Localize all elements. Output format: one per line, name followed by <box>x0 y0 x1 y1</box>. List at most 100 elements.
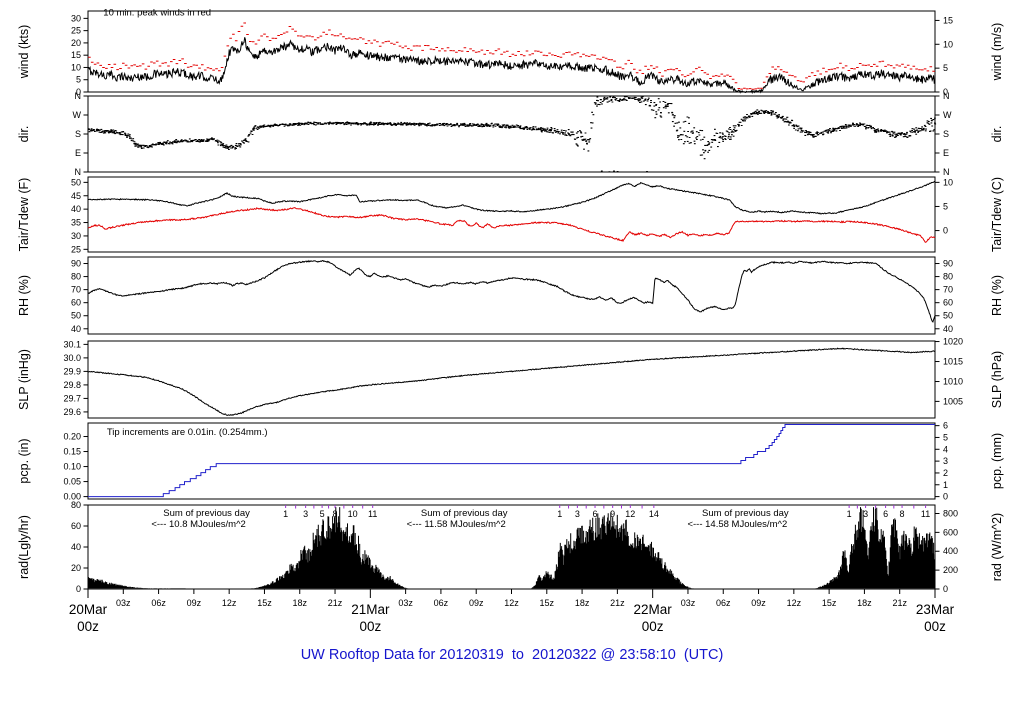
pcp-left-tick-label: 0.20 <box>63 432 81 442</box>
sea-level-pressure-series <box>87 347 936 416</box>
x-minor-label: 15z <box>822 598 837 608</box>
rad-sum-annotation-2: Sum of previous day <box>702 508 789 519</box>
x-minor-label: 09z <box>751 598 766 608</box>
x-minor-label: 15z <box>540 598 555 608</box>
slp-right-tick-label: 1015 <box>943 357 963 367</box>
rad-sum-annotation-0: Sum of previous day <box>163 508 250 519</box>
pcp-left-tick-label: 0.10 <box>63 462 81 472</box>
wind-direction-scatter-series <box>87 95 937 173</box>
panel-rh: 40 50 60 70 80 90 40 50 60 70 80 90 RH (%) RH (%) <box>17 256 1004 335</box>
x-minor-label: 15z <box>257 598 272 608</box>
pcp-right-tick-label: 5 <box>943 432 948 442</box>
wind-left-tick-label: 20 <box>71 38 81 48</box>
rad-right-tick-label: 600 <box>943 527 958 537</box>
temp-right-axis-label: Tair/Tdew (C) <box>990 177 1004 252</box>
x-minor-label: 03z <box>116 598 131 608</box>
rad-mjoule-mark: 8 <box>333 509 338 519</box>
pcp-left-axis-label: pcp. (in) <box>17 438 31 483</box>
panel-dir: NWSENNWSENdir. dir. <box>17 91 1004 177</box>
x-minor-label: 06z <box>151 598 166 608</box>
rh-left-tick-label: 60 <box>71 298 81 308</box>
pcp-right-tick-label: 3 <box>943 456 948 466</box>
panel-temp: 25 30 35 40 45 50 0 5 10 Tair/Tdew (F) Tair/Tdew (… <box>17 176 1004 254</box>
x-minor-label: 03z <box>681 598 696 608</box>
wind-right-tick-label: 5 <box>943 63 948 73</box>
pcp-left-tick-label: 0.05 <box>63 477 81 487</box>
rad-mjoule-mark: 8 <box>900 509 905 519</box>
x-day-label: 20Mar <box>69 602 108 617</box>
slp-right-axis-label: SLP (hPa) <box>990 351 1004 408</box>
panel-rad: 0204060800200400600800rad(Lgly/hr) rad (W… <box>17 500 1004 594</box>
pcp-right-tick-label: 2 <box>943 468 948 478</box>
wind-right-tick-label: 10 <box>943 39 953 49</box>
x-minor-label: 12z <box>222 598 237 608</box>
slp-right-tick-label: 1010 <box>943 377 963 387</box>
x-axis: 03z 03z 03z 06z 06z 06z 09z 09z 09z 12z 12z 12z 15z 1… <box>69 589 955 634</box>
rad-sum-annotation-1: Sum of previous day <box>421 508 508 519</box>
rad-mjoule-mark: 3 <box>303 509 308 519</box>
slp-left-axis-label: SLP (inHg) <box>17 349 31 410</box>
dir-left-axis-label: dir. <box>17 126 31 143</box>
rad-right-tick-label: 0 <box>943 584 948 594</box>
x-minor-label: 06z <box>716 598 731 608</box>
rh-right-axis-label: RH (%) <box>990 275 1004 316</box>
rad-mjoule-mark: 11 <box>921 509 930 519</box>
rad-mjoule-mark: 3 <box>575 509 580 519</box>
dir-right-tick-label: E <box>943 148 949 158</box>
x-minor-label: 18z <box>575 598 590 608</box>
pcp-right-tick-label: 1 <box>943 480 948 490</box>
rh-right-tick-label: 50 <box>943 311 953 321</box>
rad-right-tick-label: 200 <box>943 565 958 575</box>
dir-right-tick-label: N <box>943 167 950 177</box>
wind-left-axis-label: wind (kts) <box>17 25 31 79</box>
slp-left-tick-label: 29.7 <box>63 393 81 403</box>
rad-right-tick-label: 400 <box>943 546 958 556</box>
dir-right-tick-label: N <box>943 91 950 101</box>
x-day-hour-label: 00z <box>77 619 99 634</box>
wind-right-axis-label: wind (m/s) <box>990 23 1004 82</box>
temp-left-axis-label: Tair/Tdew (F) <box>17 178 31 252</box>
rad-sum-annotation-1: <--- 11.58 MJoules/m^2 <box>407 519 506 530</box>
rad-mjoule-mark: 1 <box>283 509 288 519</box>
temp-left-tick-label: 35 <box>71 218 81 228</box>
rh-right-tick-label: 60 <box>943 298 953 308</box>
slp-left-tick-label: 30.1 <box>63 339 81 349</box>
dir-right-axis-label: dir. <box>990 126 1004 143</box>
x-minor-label: 12z <box>787 598 802 608</box>
x-minor-label: 03z <box>398 598 413 608</box>
rad-sum-annotation-0: <--- 10.8 MJoules/m^2 <box>151 519 245 530</box>
pcp-right-axis-label: pcp. (mm) <box>990 433 1004 489</box>
wind-right-tick-label: 15 <box>943 15 953 25</box>
rh-right-tick-label: 90 <box>943 259 953 269</box>
x-minor-label: 06z <box>434 598 449 608</box>
rad-left-tick-label: 60 <box>71 521 81 531</box>
x-minor-label: 18z <box>292 598 307 608</box>
rh-right-tick-label: 80 <box>943 272 953 282</box>
pcp-annotation: Tip increments are 0.01in. (0.254mm.) <box>107 427 268 438</box>
dir-left-tick-label: N <box>75 167 82 177</box>
temp-right-tick-label: 0 <box>943 226 948 236</box>
x-day-hour-label: 00z <box>359 619 381 634</box>
pcp-right-tick-label: 6 <box>943 421 948 431</box>
x-day-label: 23Mar <box>916 602 955 617</box>
x-day-label: 21Mar <box>351 602 390 617</box>
tair-series <box>88 180 936 215</box>
temp-left-tick-label: 50 <box>71 177 81 187</box>
dir-left-tick-label: E <box>75 148 81 158</box>
x-minor-label: 18z <box>857 598 872 608</box>
wind-left-tick-label: 10 <box>71 62 81 72</box>
dir-right-tick-label: W <box>943 110 952 120</box>
x-day-hour-label: 00z <box>924 619 946 634</box>
slp-right-tick-label: 1020 <box>943 337 963 347</box>
x-minor-label: 21z <box>328 598 343 608</box>
x-day-hour-label: 00z <box>642 619 664 634</box>
x-minor-label: 09z <box>469 598 484 608</box>
temp-left-tick-label: 40 <box>71 204 81 214</box>
dir-left-tick-label: W <box>73 110 82 120</box>
rh-right-tick-label: 40 <box>943 324 953 334</box>
rad-right-tick-label: 800 <box>943 508 958 518</box>
rad-left-axis-label: rad(Lgly/hr) <box>17 515 31 579</box>
rh-left-axis-label: RH (%) <box>17 275 31 316</box>
rad-right-axis-label: rad (W/m^2) <box>990 513 1004 581</box>
panel-slp: 29.6 29.7 29.8 29.9 30.0 30.1 1005 1010 1015 1020… <box>17 337 1004 419</box>
